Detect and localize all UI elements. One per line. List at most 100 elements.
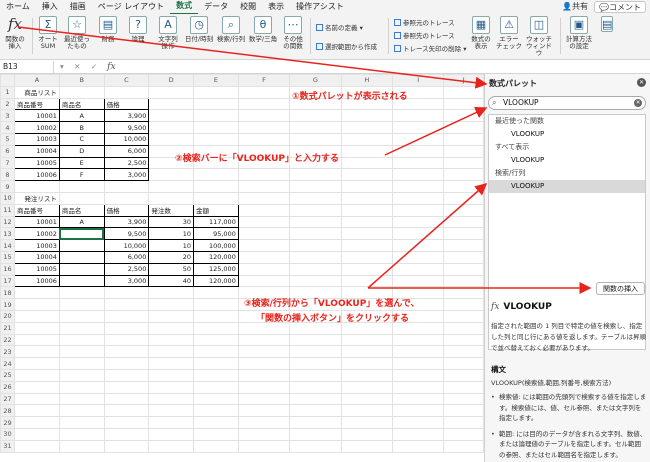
cell[interactable] bbox=[103, 321, 150, 335]
more-functions-button[interactable]: ⋯ その他 の関数 bbox=[280, 16, 306, 50]
autosum-button[interactable]: Σ オート SUM bbox=[36, 16, 60, 50]
cell[interactable] bbox=[58, 286, 105, 300]
formula-bar-controls[interactable]: ▾ ✕ ✓ bbox=[54, 62, 107, 71]
cell[interactable] bbox=[193, 404, 239, 418]
cell[interactable] bbox=[289, 262, 342, 276]
datetime-button[interactable]: ◷ 日付/時刻 bbox=[184, 16, 214, 43]
cell[interactable] bbox=[58, 227, 105, 241]
function-search-input[interactable]: ⌕ VLOOKUP ✕ bbox=[488, 96, 646, 110]
cell[interactable] bbox=[148, 380, 195, 394]
row-header[interactable]: 22 bbox=[0, 333, 15, 347]
cell[interactable] bbox=[237, 85, 291, 99]
cell[interactable] bbox=[443, 333, 484, 347]
cell[interactable]: 10002 bbox=[13, 121, 60, 134]
cell[interactable]: C bbox=[58, 132, 105, 146]
cell[interactable] bbox=[443, 144, 484, 158]
cell[interactable] bbox=[148, 416, 195, 429]
row-header[interactable]: 13 bbox=[0, 227, 15, 241]
cell[interactable] bbox=[340, 121, 394, 134]
cell[interactable] bbox=[443, 85, 484, 99]
row-header[interactable]: 2 bbox=[0, 97, 15, 111]
row-header[interactable]: 28 bbox=[0, 404, 15, 418]
row-header[interactable]: 25 bbox=[0, 368, 15, 382]
cell[interactable] bbox=[289, 168, 342, 182]
cell[interactable] bbox=[237, 439, 291, 453]
cell[interactable] bbox=[237, 180, 291, 193]
cell[interactable] bbox=[443, 109, 484, 123]
tab-1[interactable]: 挿入 bbox=[36, 0, 64, 14]
cell[interactable] bbox=[443, 427, 484, 441]
cell[interactable] bbox=[237, 427, 291, 441]
cell[interactable] bbox=[103, 309, 150, 323]
cell[interactable]: 商品番号 bbox=[13, 203, 60, 217]
cell[interactable] bbox=[340, 357, 394, 370]
cell[interactable] bbox=[103, 191, 150, 205]
row-header[interactable]: 20 bbox=[0, 309, 15, 323]
cell[interactable] bbox=[340, 321, 394, 335]
cell[interactable] bbox=[58, 191, 105, 205]
tab-0[interactable]: ホーム bbox=[0, 0, 36, 14]
cell[interactable] bbox=[289, 404, 342, 418]
cell[interactable]: E bbox=[58, 156, 105, 170]
cell[interactable] bbox=[340, 380, 394, 394]
cell[interactable] bbox=[58, 416, 105, 429]
cell[interactable] bbox=[13, 368, 60, 382]
cell[interactable] bbox=[340, 203, 394, 217]
row-header[interactable]: 6 bbox=[0, 144, 15, 158]
row-header[interactable]: 23 bbox=[0, 345, 15, 359]
cell[interactable] bbox=[340, 416, 394, 429]
cell[interactable] bbox=[392, 262, 445, 276]
cell[interactable] bbox=[392, 416, 445, 429]
row-header[interactable]: 21 bbox=[0, 321, 15, 335]
cell[interactable] bbox=[148, 309, 195, 323]
cell[interactable] bbox=[148, 132, 195, 146]
cell[interactable] bbox=[340, 215, 394, 229]
category-header[interactable]: 最近使った関数 bbox=[489, 115, 645, 128]
cell[interactable]: A bbox=[58, 109, 105, 123]
row-header[interactable]: 7 bbox=[0, 156, 15, 170]
logical-button[interactable]: ? 論理 bbox=[124, 16, 152, 43]
cell[interactable] bbox=[340, 227, 394, 241]
cell[interactable]: 120,000 bbox=[193, 274, 239, 288]
row-header[interactable]: 27 bbox=[0, 392, 15, 406]
cell[interactable] bbox=[193, 97, 239, 111]
cell[interactable] bbox=[443, 274, 484, 288]
cell[interactable] bbox=[103, 368, 150, 382]
row-header[interactable]: 15 bbox=[0, 250, 15, 264]
cell[interactable] bbox=[443, 180, 484, 193]
cell[interactable] bbox=[443, 132, 484, 146]
cell[interactable] bbox=[237, 168, 291, 182]
function-list-item[interactable]: VLOOKUP bbox=[489, 128, 645, 141]
define-name-button[interactable]: 名前の定義 ▾ bbox=[316, 22, 363, 32]
cell[interactable]: 30 bbox=[148, 215, 195, 229]
cell[interactable] bbox=[193, 357, 239, 370]
row-header[interactable]: 14 bbox=[0, 239, 15, 252]
cell[interactable]: 価格 bbox=[103, 203, 150, 217]
cell[interactable] bbox=[58, 392, 105, 406]
cell[interactable] bbox=[237, 333, 291, 347]
cell[interactable] bbox=[340, 191, 394, 205]
row-header[interactable]: 17 bbox=[0, 274, 15, 288]
cell[interactable]: 10003 bbox=[13, 239, 60, 252]
cell[interactable] bbox=[289, 392, 342, 406]
cell[interactable] bbox=[148, 168, 195, 182]
cell[interactable] bbox=[237, 262, 291, 276]
cell[interactable] bbox=[148, 109, 195, 123]
cell[interactable] bbox=[193, 132, 239, 146]
insert-function-button[interactable]: fx 関数の 挿入 bbox=[2, 16, 28, 50]
cell[interactable] bbox=[58, 439, 105, 453]
create-from-selection-button[interactable]: 選択範囲から作成 bbox=[316, 41, 377, 51]
cell[interactable] bbox=[103, 357, 150, 370]
cell[interactable] bbox=[148, 368, 195, 382]
cell[interactable]: 3,000 bbox=[103, 168, 150, 182]
cell[interactable] bbox=[392, 380, 445, 394]
cell[interactable] bbox=[392, 121, 445, 134]
cell[interactable]: 金額 bbox=[193, 203, 239, 217]
cell[interactable]: 10 bbox=[148, 239, 195, 252]
cell[interactable] bbox=[340, 392, 394, 406]
cell[interactable] bbox=[392, 168, 445, 182]
cell[interactable]: 50 bbox=[148, 262, 195, 276]
cell[interactable]: 2,500 bbox=[103, 262, 150, 276]
cell[interactable] bbox=[193, 368, 239, 382]
cell[interactable]: 10 bbox=[148, 227, 195, 241]
